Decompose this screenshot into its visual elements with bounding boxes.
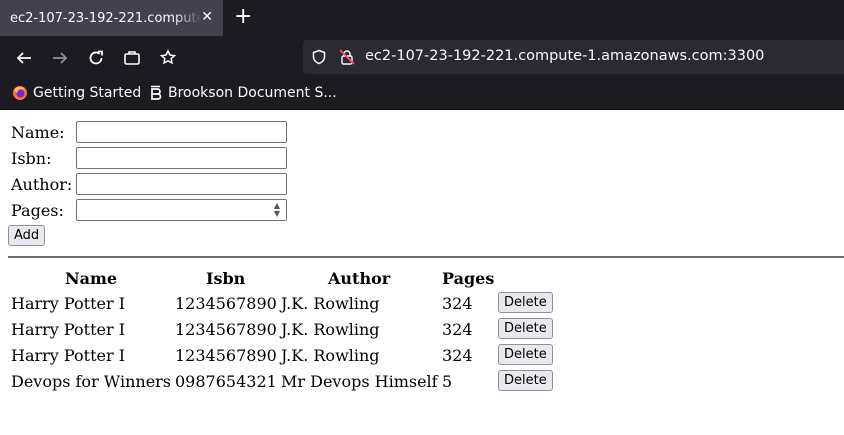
bookmark-label: Getting Started [33, 85, 142, 101]
cell-isbn: 1234567890 [175, 320, 277, 339]
address-bar[interactable]: ec2-107-23-192-221.compute-1.amazonaws.c… [303, 40, 844, 74]
pages-label: Pages: [11, 201, 64, 220]
cell-pages: 324 [442, 346, 473, 365]
bookmark-brookson-document[interactable]: Brookson Document S... [149, 85, 337, 101]
name-label: Name: [11, 123, 65, 142]
firefox-icon [12, 85, 28, 101]
bookmark-getting-started[interactable]: Getting Started [12, 85, 141, 101]
browser-chrome: ec2-107-23-192-221.compute-1.amazonaws.c… [0, 0, 844, 110]
cell-pages: 324 [442, 320, 473, 339]
extensions-icon[interactable] [157, 47, 179, 69]
bookmark-label: Brookson Document S... [168, 85, 337, 101]
header-name: Name [65, 269, 118, 288]
bookmarks-toolbar: Getting Started Brookson Document S... [0, 81, 844, 110]
new-tab-icon[interactable]: + [234, 5, 252, 29]
shield-icon[interactable] [311, 49, 327, 65]
divider [8, 256, 844, 258]
close-tab-icon[interactable]: ✕ [201, 9, 213, 25]
cell-name: Harry Potter I [11, 294, 126, 313]
brookson-icon [149, 85, 163, 101]
cell-name: Harry Potter I [11, 346, 126, 365]
header-pages: Pages [442, 269, 495, 288]
delete-button[interactable]: Delete [498, 344, 553, 365]
cell-isbn: 0987654321 [175, 372, 277, 391]
author-label: Author: [11, 175, 73, 194]
cell-isbn: 1234567890 [175, 294, 277, 313]
tab-title: ec2-107-23-192-221.compute-1.amazonaws.c… [10, 10, 202, 26]
pages-input[interactable]: ▲ ▼ [76, 199, 287, 221]
add-button[interactable]: Add [8, 225, 46, 246]
author-input[interactable] [76, 173, 287, 195]
header-author: Author [328, 269, 391, 288]
cell-pages: 324 [442, 294, 473, 313]
cell-isbn: 1234567890 [175, 346, 277, 365]
isbn-input[interactable] [76, 147, 287, 169]
back-arrow-icon[interactable] [13, 47, 35, 69]
cell-author: J.K. Rowling [281, 346, 380, 365]
cell-author: J.K. Rowling [281, 320, 380, 339]
insecure-lock-icon[interactable] [339, 49, 355, 65]
page-content: Name: Isbn: Author: Pages: ▲ ▼ Add Name I… [0, 110, 844, 435]
cell-pages: 5 [442, 372, 453, 391]
navigation-bar: ec2-107-23-192-221.compute-1.amazonaws.c… [0, 36, 844, 81]
forward-arrow-icon[interactable] [49, 47, 71, 69]
delete-button[interactable]: Delete [498, 292, 553, 313]
header-isbn: Isbn [206, 269, 246, 288]
browser-tab[interactable]: ec2-107-23-192-221.compute-1.amazonaws.c… [0, 0, 223, 36]
cell-name: Harry Potter I [11, 320, 126, 339]
delete-button[interactable]: Delete [498, 370, 553, 391]
url-text[interactable]: ec2-107-23-192-221.compute-1.amazonaws.c… [365, 48, 764, 64]
name-input[interactable] [76, 121, 287, 143]
screenshot-icon[interactable] [121, 47, 143, 69]
spinner-arrows-icon[interactable]: ▲ ▼ [271, 202, 283, 218]
reload-icon[interactable] [85, 47, 107, 69]
cell-author: J.K. Rowling [281, 294, 380, 313]
isbn-label: Isbn: [11, 149, 52, 168]
cell-name: Devops for Winners [11, 372, 172, 391]
delete-button[interactable]: Delete [498, 318, 553, 339]
cell-author: Mr Devops Himself [281, 372, 438, 391]
tab-bar: ec2-107-23-192-221.compute-1.amazonaws.c… [0, 0, 844, 36]
